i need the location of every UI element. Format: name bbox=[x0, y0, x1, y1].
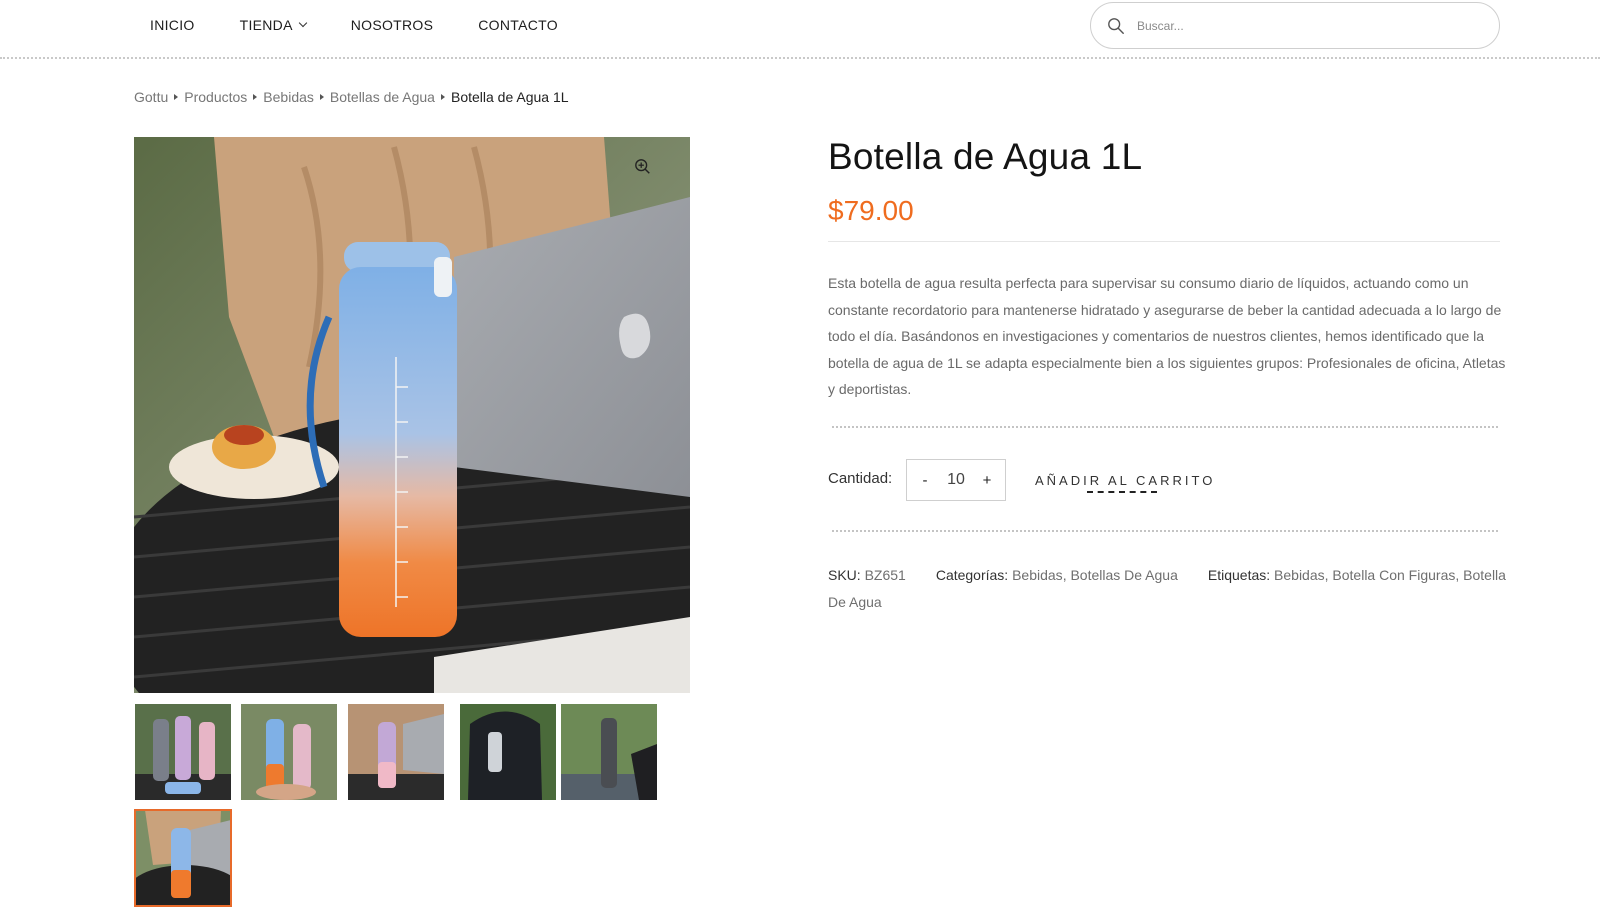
search-input[interactable] bbox=[1137, 18, 1467, 33]
quantity-increase-button[interactable]: + bbox=[979, 472, 995, 489]
breadcrumb: Gottu Productos Bebidas Botellas de Agua… bbox=[134, 89, 569, 105]
header-divider bbox=[0, 57, 1600, 59]
tag-link[interactable]: Botella Con Figuras bbox=[1332, 567, 1455, 583]
product-title: Botella de Agua 1L bbox=[828, 136, 1143, 177]
add-to-cart-button[interactable]: AÑADIR AL CARRITO bbox=[1035, 473, 1215, 488]
breadcrumb-gottu[interactable]: Gottu bbox=[134, 89, 168, 105]
product-meta: SKU: BZ651 Categorías: Bebidas, Botellas … bbox=[828, 567, 1506, 610]
tag-link[interactable]: Bebidas bbox=[1274, 567, 1325, 583]
add-to-cart-underline bbox=[1087, 491, 1157, 493]
main-nav: INICIO TIENDA NOSOTROS CONTACTO bbox=[150, 0, 558, 50]
nav-tienda[interactable]: TIENDA bbox=[239, 17, 307, 33]
nav-contacto[interactable]: CONTACTO bbox=[478, 17, 558, 33]
product-thumbnail[interactable] bbox=[241, 704, 337, 800]
breadcrumb-productos[interactable]: Productos bbox=[184, 89, 247, 105]
chevron-down-icon bbox=[298, 18, 307, 28]
tags-label: Etiquetas: bbox=[1207, 567, 1271, 583]
zoom-icon[interactable] bbox=[634, 158, 652, 176]
breadcrumb-current: Botella de Agua 1L bbox=[450, 89, 569, 105]
sku-label: SKU: bbox=[828, 567, 861, 583]
quantity-decrease-button[interactable]: - bbox=[917, 472, 933, 489]
breadcrumb-bebidas[interactable]: Bebidas bbox=[263, 89, 314, 105]
caret-right-icon bbox=[440, 94, 445, 100]
cart-divider bbox=[832, 530, 1498, 532]
price-divider bbox=[828, 241, 1500, 242]
categories-label: Categorías: bbox=[935, 567, 1009, 583]
description-divider bbox=[832, 426, 1498, 428]
breadcrumb-botellas-de-agua[interactable]: Botellas de Agua bbox=[330, 89, 435, 105]
nav-inicio[interactable]: INICIO bbox=[150, 17, 195, 33]
quantity-input[interactable] bbox=[938, 471, 974, 489]
search-icon[interactable] bbox=[1107, 17, 1125, 35]
sku-value: BZ651 bbox=[864, 567, 906, 583]
product-thumbnail[interactable] bbox=[135, 704, 231, 800]
product-thumbnail-active[interactable] bbox=[134, 809, 232, 907]
product-price: $79.00 bbox=[828, 195, 914, 226]
quantity-stepper: - + bbox=[906, 459, 1006, 501]
caret-right-icon bbox=[253, 94, 258, 100]
top-navigation-bar: INICIO TIENDA NOSOTROS CONTACTO bbox=[0, 0, 1600, 50]
search-box[interactable] bbox=[1090, 2, 1500, 49]
quantity-label: Cantidad: bbox=[828, 470, 893, 487]
product-thumbnail[interactable] bbox=[348, 704, 444, 800]
nav-nosotros[interactable]: NOSOTROS bbox=[351, 17, 434, 33]
caret-right-icon bbox=[319, 94, 324, 100]
product-thumbnail[interactable] bbox=[460, 704, 556, 800]
caret-right-icon bbox=[174, 94, 179, 100]
product-description: Esta botella de agua resulta perfecta pa… bbox=[828, 275, 1506, 397]
product-main-image[interactable] bbox=[134, 137, 690, 693]
nav-tienda-label: TIENDA bbox=[239, 17, 293, 33]
category-link[interactable]: Bebidas bbox=[1012, 567, 1063, 583]
category-link[interactable]: Botellas De Agua bbox=[1070, 567, 1177, 583]
product-thumbnail[interactable] bbox=[561, 704, 657, 800]
